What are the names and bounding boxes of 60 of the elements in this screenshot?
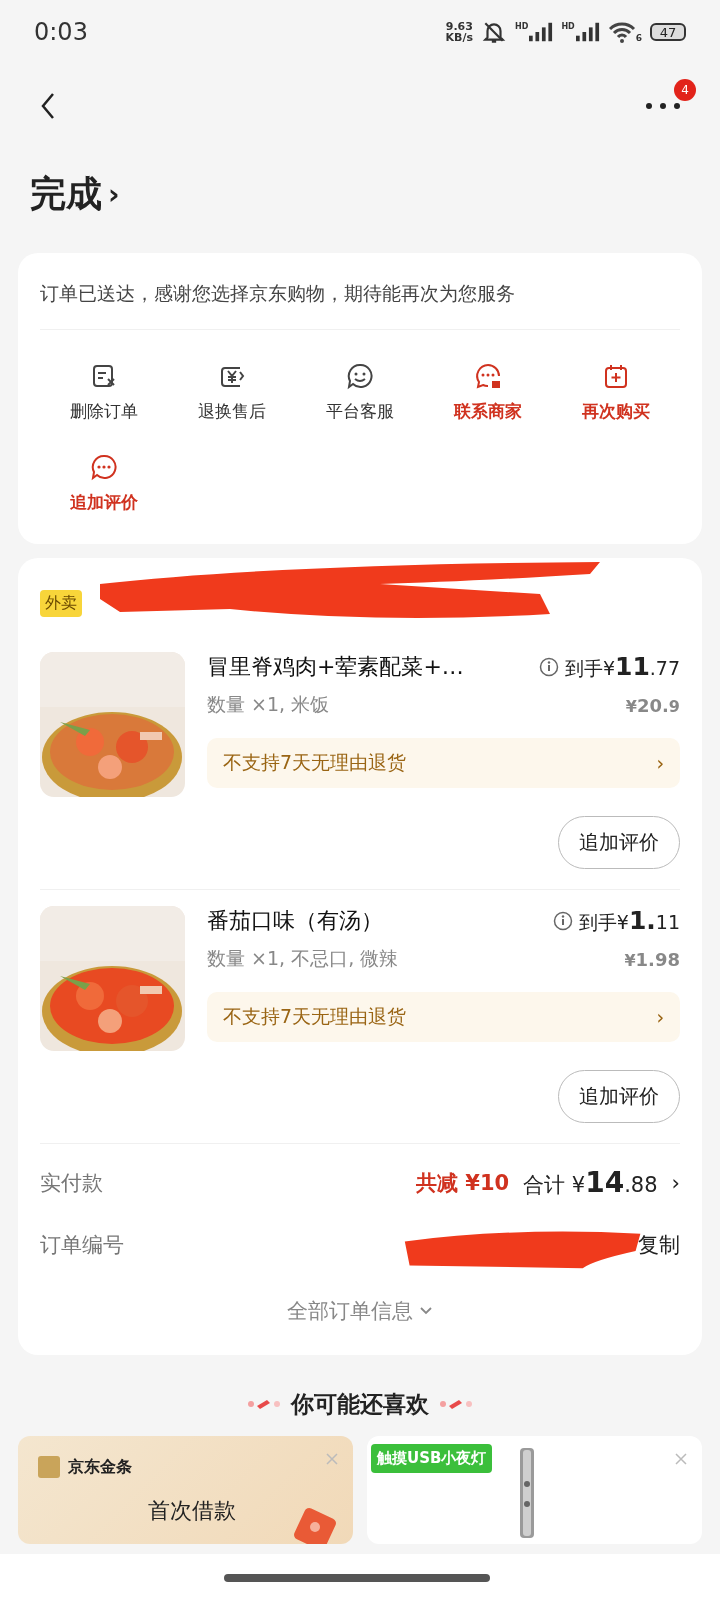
back-icon[interactable] <box>40 92 56 120</box>
signal-icon <box>529 22 554 42</box>
logo-icon <box>38 1456 60 1478</box>
info-icon[interactable] <box>538 657 559 677</box>
order-number-label: 订单编号 <box>40 1232 124 1259</box>
wifi-label: 6 <box>635 33 642 43</box>
brand-name: 京东金条 <box>68 1456 132 1478</box>
notice-text: 不支持7天无理由退货 <box>223 1004 407 1029</box>
paid-label: 实付款 <box>40 1169 103 1197</box>
store-chat-icon <box>474 362 502 390</box>
status-time: 0:03 <box>34 18 88 46</box>
network-speed: 9.63 KB/s <box>445 21 474 43</box>
item-options: 数量 ×1, 不忌口, 微辣 <box>207 946 399 972</box>
status-message: 订单已送达，感谢您选择京东购物，期待能再次为您服务 <box>40 253 680 330</box>
sparkle-icon <box>247 1399 281 1410</box>
battery-indicator: 47 <box>650 23 686 41</box>
info-icon[interactable] <box>552 911 573 931</box>
calendar-plus-icon <box>602 362 630 390</box>
return-notice[interactable]: 不支持7天无理由退货 › <box>207 992 680 1042</box>
item-name: 冒里脊鸡肉+荤素配菜+… <box>207 653 464 681</box>
chevron-icon[interactable]: › <box>108 178 120 211</box>
document-x-icon <box>90 362 118 390</box>
discount-amount: 共减 ¥10 <box>416 1169 510 1197</box>
chevron-icon: › <box>656 1006 664 1028</box>
action-button[interactable]: 追加评价 <box>40 453 168 514</box>
total-amount: 合计 ¥14.88 <box>523 1166 658 1199</box>
network-type: HD <box>561 22 575 31</box>
network-type: HD <box>515 22 529 31</box>
store-tag: 外卖 <box>40 589 82 617</box>
copy-button[interactable]: 复制 <box>638 1231 680 1259</box>
review-button[interactable]: 追加评价 <box>558 1070 680 1123</box>
original-price: ¥1.98 <box>624 948 680 970</box>
action-button[interactable]: 删除订单 <box>40 362 168 423</box>
page-title: 完成 <box>30 172 102 216</box>
action-button[interactable]: 联系商家 <box>424 362 552 423</box>
chevron-down-icon <box>419 1306 433 1316</box>
net-price: 到手¥1.11 <box>578 906 680 936</box>
promo-headline: 首次借款 <box>148 1497 236 1525</box>
notification-badge: 4 <box>674 79 696 101</box>
item-name: 番茄口味（有汤） <box>207 907 383 935</box>
sparkle-icon <box>439 1399 473 1410</box>
net-price: 到手¥11.77 <box>564 652 680 682</box>
notice-text: 不支持7天无理由退货 <box>223 750 407 775</box>
review-button[interactable]: 追加评价 <box>558 816 680 869</box>
wifi-icon <box>607 21 636 43</box>
chat-icon <box>90 453 118 481</box>
action-button[interactable]: 平台客服 <box>296 362 424 423</box>
item-options: 数量 ×1, 米饭 <box>207 692 330 718</box>
return-notice[interactable]: 不支持7天无理由退货 › <box>207 738 680 788</box>
action-button[interactable]: 再次购买 <box>552 362 680 423</box>
original-price: ¥20.9 <box>625 694 680 716</box>
product-tag: 触摸USB小夜灯 <box>371 1444 493 1473</box>
smiley-chat-icon <box>346 362 374 390</box>
signal-icon <box>575 22 600 42</box>
recommendation-card[interactable]: 京东金条 首次借款 <box>18 1436 353 1544</box>
action-button[interactable]: 退换售后 <box>168 362 296 423</box>
chevron-icon: › <box>656 752 664 774</box>
chevron-icon[interactable]: › <box>671 1170 680 1195</box>
section-heading: 你可能还喜欢 <box>291 1390 429 1419</box>
expand-order-info[interactable]: 全部订单信息 <box>40 1281 680 1355</box>
